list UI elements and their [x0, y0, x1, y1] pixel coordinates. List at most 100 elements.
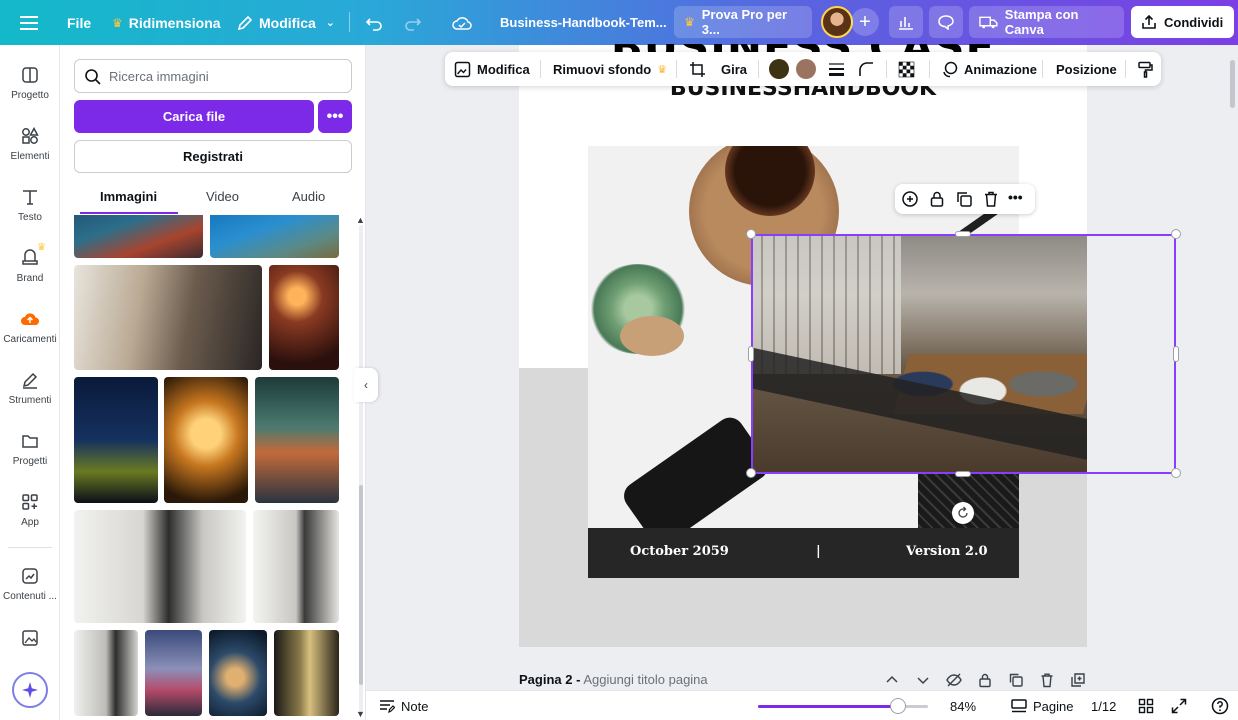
fullscreen-button[interactable] — [1171, 691, 1187, 720]
more-options-button[interactable]: ••• — [318, 100, 352, 133]
thumbnail-glass-hall[interactable] — [255, 377, 339, 503]
thumbnail-dark-room[interactable] — [274, 630, 339, 716]
rail-item-tools[interactable]: Strumenti — [0, 370, 60, 406]
chevron-down-icon[interactable] — [915, 672, 931, 688]
thumbnail-lights[interactable] — [269, 265, 339, 370]
cloud-save-button[interactable] — [452, 0, 472, 45]
document-title[interactable]: Business-Handbook-Tem... — [500, 0, 667, 45]
tab-videos[interactable]: Video — [206, 189, 239, 204]
insights-button[interactable] — [889, 6, 923, 38]
edit-image-button[interactable]: Modifica — [454, 52, 530, 86]
resize-button[interactable]: ♛ Ridimensiona — [112, 0, 221, 45]
duplicate-page-icon[interactable] — [1008, 672, 1024, 688]
canvas-scrollbar[interactable] — [1230, 60, 1235, 108]
thumbnail-diver[interactable] — [210, 215, 339, 258]
rail-item-apps[interactable]: App — [0, 492, 60, 528]
rail-item-brand[interactable]: ♛ Brand — [0, 242, 60, 284]
thumbnail-coral-reef[interactable] — [74, 215, 203, 258]
page-count[interactable]: 1/12 — [1091, 691, 1116, 720]
resize-handle-left[interactable] — [748, 346, 754, 362]
page-title-row[interactable]: Pagina 2 - Aggiungi titolo pagina — [519, 672, 708, 687]
tab-images[interactable]: Immagini — [100, 189, 157, 204]
rail-item-design[interactable]: Progetto — [0, 65, 60, 101]
thumbnail-cafe-meeting[interactable] — [74, 265, 262, 370]
position-button[interactable]: Posizione — [1056, 52, 1117, 86]
crop-button[interactable] — [689, 52, 706, 86]
magic-assistant-button[interactable] — [12, 672, 48, 708]
animate-button[interactable]: Animazione — [941, 52, 1037, 86]
trash-icon[interactable] — [982, 190, 1000, 208]
delete-page-icon[interactable] — [1039, 672, 1055, 688]
resize-handle-top-left[interactable] — [746, 229, 756, 239]
add-collaborator-button[interactable]: + — [851, 8, 879, 36]
comments-button[interactable] — [929, 6, 963, 38]
rail-item-content[interactable]: Contenuti ... — [0, 566, 60, 602]
rail-item-uploads[interactable]: Caricamenti — [0, 309, 60, 345]
add-comment-icon[interactable] — [901, 190, 919, 208]
cover-footer-band[interactable]: October 2059 | Version 2.0 — [588, 528, 1019, 578]
rail-item-elements[interactable]: Elementi — [0, 126, 60, 162]
record-button[interactable]: Registrati — [74, 140, 352, 173]
border-style-button[interactable] — [828, 52, 845, 86]
pages-button[interactable]: Pagine — [1011, 691, 1073, 720]
resize-handle-bottom[interactable] — [955, 471, 971, 477]
print-with-canva-button[interactable]: Stampa con Canva — [969, 6, 1124, 38]
image-icon — [22, 630, 38, 646]
thumbnail-man-desk[interactable] — [253, 510, 339, 623]
scroll-thumb[interactable] — [359, 485, 363, 685]
flip-button[interactable]: Gira — [721, 52, 747, 86]
try-pro-button[interactable]: ♛ Prova Pro per 3... — [674, 6, 812, 38]
edit-menu[interactable]: Modifica ⌄ — [237, 0, 335, 45]
redo-button[interactable] — [404, 0, 422, 45]
thumbnail-golden-lights[interactable] — [164, 377, 248, 503]
lock-icon[interactable] — [928, 190, 946, 208]
chevron-up-icon[interactable] — [884, 672, 900, 688]
share-button[interactable]: Condividi — [1131, 6, 1234, 38]
footer-date[interactable]: October 2059 — [630, 544, 729, 559]
resize-handle-bottom-right[interactable] — [1171, 468, 1181, 478]
resize-handle-top-right[interactable] — [1171, 229, 1181, 239]
upload-files-button[interactable]: Carica file — [74, 100, 314, 133]
thumbnail-night-tree[interactable] — [74, 377, 158, 503]
zoom-slider-knob[interactable] — [889, 698, 906, 714]
lock-icon[interactable] — [977, 672, 993, 688]
file-menu[interactable]: File — [67, 0, 91, 45]
help-button[interactable] — [1211, 691, 1229, 720]
thumbnail-bridge-walk[interactable] — [145, 630, 202, 716]
tab-audio[interactable]: Audio — [292, 189, 325, 204]
resize-handle-bottom-left[interactable] — [746, 468, 756, 478]
zoom-slider[interactable] — [758, 698, 928, 714]
notes-button[interactable]: Note — [379, 691, 428, 720]
rail-item-photos[interactable] — [0, 628, 60, 653]
footer-version[interactable]: Version 2.0 — [906, 544, 988, 559]
transparency-button[interactable] — [898, 52, 915, 86]
thumbnail-couple-night[interactable] — [209, 630, 267, 716]
duplicate-icon[interactable] — [955, 190, 973, 208]
collapse-panel-button[interactable]: ‹ — [354, 368, 378, 402]
undo-button[interactable] — [365, 0, 383, 45]
grid-view-button[interactable] — [1138, 691, 1154, 720]
remove-background-button[interactable]: Rimuovi sfondo ♛ — [553, 52, 667, 86]
rotate-handle[interactable] — [952, 502, 974, 524]
more-icon[interactable]: ••• — [1008, 189, 1023, 205]
thumbnail-woman-laptop[interactable] — [74, 510, 246, 623]
rail-item-text[interactable]: Testo — [0, 187, 60, 223]
page-title-input[interactable]: Aggiungi titolo pagina — [583, 672, 707, 687]
menu-button[interactable] — [20, 0, 38, 45]
copy-style-button[interactable] — [1137, 52, 1154, 86]
color-swatch-brown[interactable] — [796, 59, 816, 79]
corner-rounding-button[interactable] — [858, 52, 875, 86]
checkerboard-icon — [898, 61, 915, 77]
zoom-level[interactable]: 84% — [950, 691, 976, 720]
rail-item-projects[interactable]: Progetti — [0, 431, 60, 467]
color-swatch-dark-olive[interactable] — [769, 59, 789, 79]
add-page-icon[interactable] — [1070, 672, 1086, 688]
search-input[interactable]: Ricerca immagini — [74, 59, 352, 93]
thumbnail-window-sitting[interactable] — [74, 630, 138, 716]
panel-scrollbar[interactable]: ▲ ▼ — [356, 215, 366, 720]
selection-box[interactable] — [751, 234, 1176, 474]
resize-handle-top[interactable] — [955, 231, 971, 237]
avatar[interactable] — [821, 6, 853, 38]
resize-handle-right[interactable] — [1173, 346, 1179, 362]
hide-page-icon[interactable] — [946, 672, 962, 688]
